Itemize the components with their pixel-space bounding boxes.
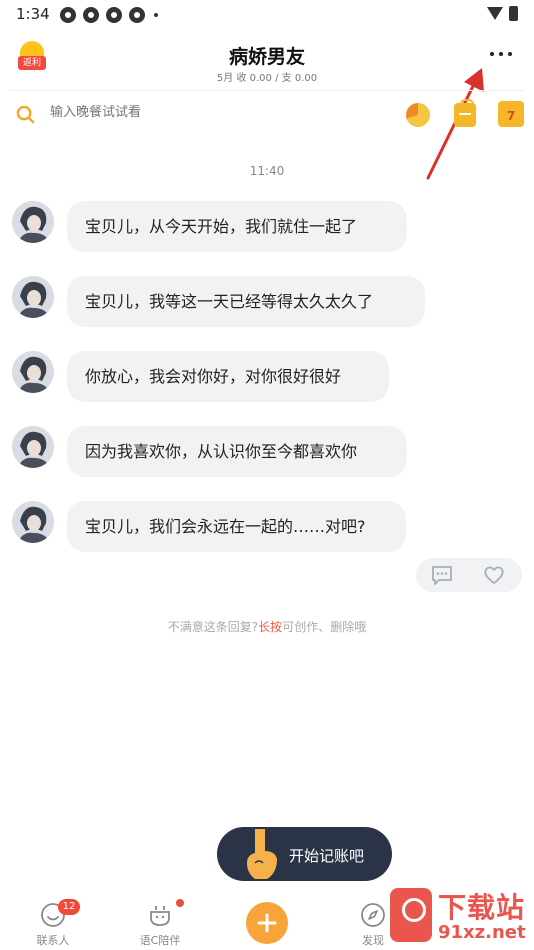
search-bar: 7 (10, 90, 524, 136)
avatar-image (12, 201, 54, 243)
more-options-button[interactable] (490, 52, 512, 56)
plus-icon (257, 913, 277, 933)
message-bubble[interactable]: 宝贝儿，我们会永远在一起的……对吧? (67, 501, 406, 552)
start-bookkeeping-button[interactable]: 开始记账吧 (217, 827, 392, 881)
message-bubble[interactable]: 你放心，我会对你好，对你很好很好 (67, 351, 389, 402)
app-notification-icon (129, 7, 145, 23)
message-bubble[interactable]: 宝贝儿，从今天开始，我们就住一起了 (67, 201, 407, 252)
avatar[interactable] (12, 426, 54, 468)
statistics-pie-icon[interactable] (406, 103, 430, 127)
companion-dot (176, 899, 184, 907)
expense-label: 支 (281, 73, 292, 84)
hint-prefix: 不满意这条回复? (167, 620, 259, 634)
avatar-image (12, 426, 54, 468)
message-bubble[interactable]: 因为我喜欢你，从认识你至今都喜欢你 (67, 426, 407, 477)
app-notification-icon (83, 7, 99, 23)
avatar-image (12, 501, 54, 543)
page-title: 病娇男友 (228, 46, 305, 68)
pointing-hand-icon (247, 829, 277, 879)
comment-icon[interactable] (430, 564, 454, 586)
message-actions (416, 558, 522, 592)
chat-timestamp: 11:40 (249, 164, 285, 178)
more-dot-icon (508, 52, 512, 56)
contacts-badge: 12 (58, 899, 80, 915)
hint-highlight: 长按 (258, 620, 283, 634)
expense-value: 0.00 (294, 73, 318, 84)
search-icon (16, 105, 35, 124)
avatar[interactable] (12, 201, 54, 243)
wifi-icon (487, 7, 503, 20)
budget-bag-icon[interactable] (454, 99, 476, 127)
compass-icon (361, 903, 385, 927)
add-record-button[interactable] (246, 902, 288, 944)
reply-hint: 不满意这条回复?长按可创作、删除哦 (0, 618, 534, 635)
watermark-title: 下载站 (438, 891, 526, 924)
summary-month: 5月 (216, 73, 234, 84)
income-label: 收 (236, 73, 247, 84)
start-bookkeeping-label: 开始记账吧 (289, 847, 365, 865)
summary-separator: / (275, 73, 279, 84)
companion-icon (150, 906, 170, 926)
app-notification-icon (106, 7, 122, 23)
hint-suffix: 可创作、删除哦 (282, 620, 367, 634)
avatar-image (12, 276, 54, 318)
more-dot-icon (490, 52, 494, 56)
message-bubble[interactable]: 宝贝儿，我等这一天已经等得太久太久了 (67, 276, 425, 327)
nav-label: 语C陪伴 (139, 934, 181, 947)
income-value: 0.00 (249, 73, 272, 84)
more-notifications-dot (154, 13, 158, 17)
status-time: 1:34 (16, 5, 50, 23)
nav-label: 联系人 (36, 934, 70, 947)
heart-icon[interactable] (482, 564, 506, 586)
app-notification-icon (60, 7, 76, 23)
avatar[interactable] (12, 501, 54, 543)
avatar-image (12, 351, 54, 393)
avatar[interactable] (12, 351, 54, 393)
more-dot-icon (499, 52, 503, 56)
system-icons (487, 6, 518, 21)
notification-icons (60, 7, 158, 23)
battery-icon (509, 6, 518, 21)
avatar[interactable] (12, 276, 54, 318)
search-input[interactable] (50, 105, 290, 120)
site-watermark: 下载站 91xz.net (390, 878, 534, 950)
watermark-url: 91xz.net (438, 922, 526, 943)
watermark-logo-icon (390, 888, 432, 942)
status-bar: 1:34 (0, 0, 534, 30)
calendar-icon[interactable]: 7 (498, 101, 524, 127)
